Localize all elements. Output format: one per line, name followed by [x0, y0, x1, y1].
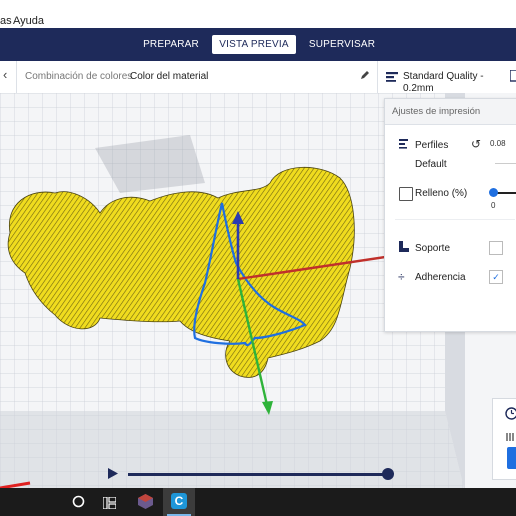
adhesion-checkbox[interactable]: ✓ — [489, 270, 503, 284]
menu-item-help[interactable]: Ayuda — [13, 15, 44, 27]
reset-icon[interactable]: ↺ — [471, 137, 481, 151]
settings-icon[interactable] — [509, 69, 516, 86]
divider — [377, 61, 378, 93]
pencil-icon[interactable] — [360, 70, 370, 84]
profiles-label: Perfiles — [415, 140, 449, 151]
support-label: Soporte — [415, 243, 451, 254]
divider — [16, 61, 17, 93]
adhesion-icon: ÷ — [398, 270, 405, 284]
menu-item-extensions[interactable]: as — [0, 15, 12, 27]
windows-search-icon[interactable] — [72, 495, 85, 513]
profile-slider-track[interactable] — [495, 163, 516, 164]
save-to-disk-button[interactable] — [507, 447, 516, 469]
divider — [395, 219, 515, 220]
infill-label: Relleno (%) — [415, 188, 468, 199]
print-action-panel — [492, 398, 516, 480]
task-view-icon[interactable] — [102, 496, 117, 514]
os-taskbar: C — [0, 488, 516, 516]
clock-icon — [505, 407, 516, 425]
sliders-icon — [386, 71, 398, 86]
layer-slider-track[interactable] — [128, 473, 388, 476]
layer-height-value: 0.08 — [490, 139, 506, 148]
view-toolbar: ‹ Combinación de colores Color del mater… — [0, 61, 516, 94]
tab-preview[interactable]: VISTA PREVIA — [212, 35, 296, 54]
adhesion-label: Adherencia — [415, 272, 466, 283]
cura-app-icon[interactable]: C — [163, 488, 195, 516]
view-type-label: Combinación de colores — [25, 71, 133, 82]
spool-icon — [506, 429, 516, 447]
support-icon — [399, 241, 410, 255]
menu-bar: as Ayuda — [0, 0, 516, 28]
tab-prepare[interactable]: PREPARAR — [138, 35, 204, 54]
profile-default[interactable]: Default — [415, 159, 447, 170]
panel-title: Ajustes de impresión — [385, 99, 516, 125]
print-settings-panel: Ajustes de impresión Perfiles ↺ 0.08 Def… — [384, 98, 516, 332]
view-type-select[interactable]: Color del material — [130, 71, 208, 83]
stage-bar: PREPARAR VISTA PREVIA SUPERVISAR — [0, 28, 516, 61]
infill-value: 0 — [491, 201, 496, 210]
profiles-icon — [399, 139, 409, 152]
layer-slider-handle[interactable] — [382, 468, 394, 480]
infill-checkbox[interactable] — [399, 187, 413, 201]
app-3d-icon[interactable] — [137, 493, 154, 515]
infill-slider-handle[interactable] — [489, 188, 498, 197]
chevron-left-icon[interactable]: ‹ — [3, 68, 7, 81]
play-icon[interactable] — [107, 467, 119, 485]
print-profile-selector[interactable]: Standard Quality - 0.2mm — [403, 71, 516, 95]
support-checkbox[interactable] — [489, 241, 503, 255]
tab-monitor[interactable]: SUPERVISAR — [306, 35, 378, 54]
